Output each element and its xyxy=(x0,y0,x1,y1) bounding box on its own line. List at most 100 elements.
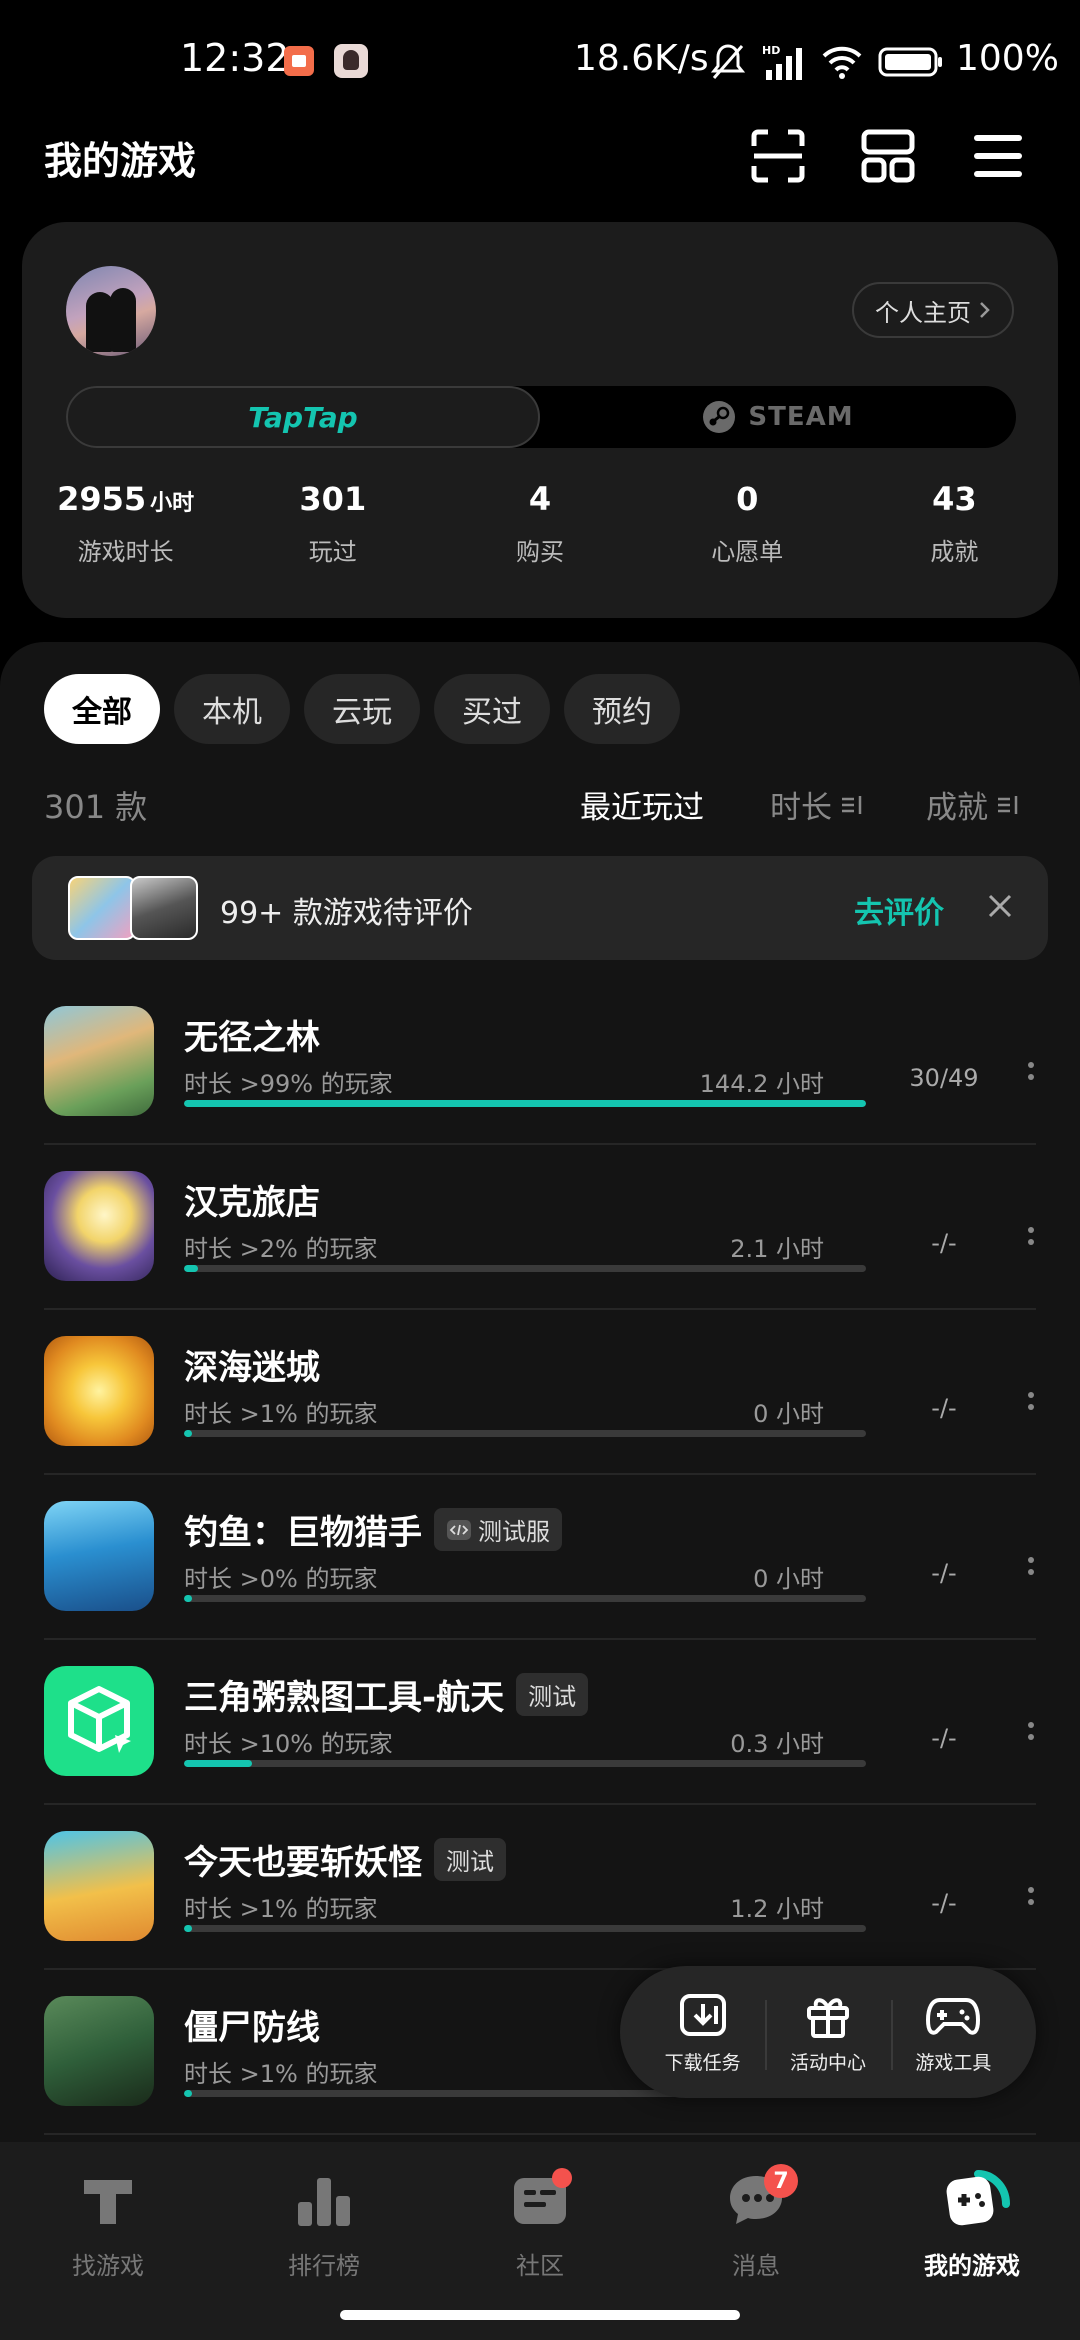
go-review-button[interactable]: 去评价 xyxy=(854,888,944,932)
nav-ranking[interactable]: 排行榜 xyxy=(234,2168,414,2281)
game-row[interactable]: 无径之林 时长 >99% 的玩家 144.2 小时 30/49 xyxy=(44,980,1036,1145)
review-banner[interactable]: 99+ 款游戏待评价 去评价 xyxy=(32,856,1048,960)
game-playtime-rank: 时长 >1% 的玩家 xyxy=(184,1400,378,1428)
nav-label: 消息 xyxy=(732,2252,780,2280)
game-icon xyxy=(44,1006,154,1116)
progress-fill xyxy=(184,1265,198,1272)
test-server-tag: 测试服 xyxy=(434,1508,562,1551)
game-playtime-rank: 时长 >2% 的玩家 xyxy=(184,1235,378,1263)
scan-icon xyxy=(751,129,805,183)
more-options-icon[interactable] xyxy=(1028,1392,1036,1422)
more-options-icon[interactable] xyxy=(1028,1062,1036,1092)
sort-recent[interactable]: 最近玩过 xyxy=(580,782,704,827)
floating-tools-bar: 下载任务 活动中心 游戏工具 xyxy=(620,1966,1036,2098)
sort-duration[interactable]: 时长 xyxy=(770,782,864,827)
scan-button[interactable] xyxy=(746,124,810,188)
personal-homepage-button[interactable]: 个人主页 xyxy=(852,282,1014,338)
game-icon xyxy=(44,1171,154,1281)
nav-my-games[interactable]: 我的游戏 xyxy=(882,2168,1062,2281)
filter-all[interactable]: 全部 xyxy=(44,674,160,744)
message-count-badge: 7 xyxy=(764,2164,798,2198)
filter-local[interactable]: 本机 xyxy=(174,674,290,744)
stat-value: 2955 xyxy=(57,480,147,518)
sort-achievement[interactable]: 成就 xyxy=(926,782,1020,827)
ranking-icon xyxy=(292,2168,356,2232)
platform-steam-tab[interactable]: STEAM xyxy=(540,386,1016,448)
status-icons: HD xyxy=(710,40,944,84)
filter-cloud[interactable]: 云玩 xyxy=(304,674,420,744)
more-options-icon[interactable] xyxy=(1028,1887,1036,1917)
game-name: 今天也要斩妖怪 测试 xyxy=(184,1835,506,1884)
battery-percent: 100% xyxy=(956,38,1059,79)
game-tools-button[interactable]: 游戏工具 xyxy=(890,1990,1016,2075)
status-bar: 12:32 18.6K/s HD 100% xyxy=(0,0,1080,120)
nav-community[interactable]: 社区 xyxy=(450,2168,630,2281)
battery-icon xyxy=(878,47,942,77)
game-title: 僵尸防线 xyxy=(184,2008,320,2048)
my-games-icon xyxy=(940,2168,1010,2232)
game-row[interactable]: 三角粥熟图工具-航天 测试 时长 >10% 的玩家 0.3 小时 -/- xyxy=(44,1640,1036,1805)
game-hours: 144.2 小时 xyxy=(699,1070,824,1098)
game-row[interactable]: 汉克旅店 时长 >2% 的玩家 2.1 小时 -/- xyxy=(44,1145,1036,1310)
svg-text:HD: HD xyxy=(762,44,780,57)
filter-bought[interactable]: 买过 xyxy=(434,674,550,744)
activity-center-button[interactable]: 活动中心 xyxy=(765,1990,890,2075)
nav-find-games[interactable]: 找游戏 xyxy=(18,2168,198,2281)
stat-label: 玩过 xyxy=(308,538,357,566)
stat-achievements[interactable]: 43 成就 xyxy=(851,480,1058,567)
nav-messages[interactable]: 7 消息 xyxy=(666,2164,846,2281)
community-icon xyxy=(508,2168,572,2232)
download-tasks-button[interactable]: 下载任务 xyxy=(640,1990,765,2075)
stat-wishlist[interactable]: 0 心愿单 xyxy=(644,480,851,567)
game-row[interactable]: 深海迷城 时长 >1% 的玩家 0 小时 -/- xyxy=(44,1310,1036,1475)
test-tag: 测试 xyxy=(434,1838,506,1881)
stats-row: 2955 小时 游戏时长 301 玩过 4 购买 0 心愿单 43 成就 xyxy=(22,480,1058,567)
page-title: 我的游戏 xyxy=(44,139,197,183)
filter-chips: 全部 本机 云玩 买过 预约 xyxy=(44,674,680,744)
stat-play-time[interactable]: 2955 小时 游戏时长 xyxy=(22,480,229,567)
layout-button[interactable] xyxy=(856,124,920,188)
sort-icon xyxy=(842,795,862,814)
download-icon xyxy=(679,1993,726,2036)
platform-taptap-tab[interactable]: TapTap xyxy=(66,386,540,448)
notification-avatar-icon xyxy=(334,44,368,78)
sort-achievement-label: 成就 xyxy=(926,790,988,826)
game-row[interactable]: 钓鱼：巨物猎手 测试服 时长 >0% 的玩家 0 小时 -/- xyxy=(44,1475,1036,1640)
progress-fill xyxy=(184,1430,193,1437)
game-thumbnail xyxy=(130,876,198,940)
wifi-icon xyxy=(822,46,862,79)
game-icon xyxy=(44,1336,154,1446)
stat-played[interactable]: 301 玩过 xyxy=(229,480,436,567)
stat-purchased[interactable]: 4 购买 xyxy=(436,480,643,567)
hamburger-menu-icon xyxy=(974,135,1022,177)
personal-homepage-label: 个人主页 xyxy=(875,298,971,327)
home-indicator[interactable] xyxy=(340,2310,740,2320)
menu-button[interactable] xyxy=(966,124,1030,188)
stat-unit: 小时 xyxy=(150,491,195,516)
playtime-progress-bar xyxy=(184,1760,866,1767)
game-playtime-rank: 时长 >10% 的玩家 xyxy=(184,1730,393,1758)
game-playtime-rank: 时长 >0% 的玩家 xyxy=(184,1565,378,1593)
tag-label: 测试服 xyxy=(478,1518,550,1546)
game-achievements: 30/49 xyxy=(909,1064,979,1092)
game-row[interactable]: 今天也要斩妖怪 测试 时长 >1% 的玩家 1.2 小时 -/- xyxy=(44,1805,1036,1970)
filter-reserved[interactable]: 预约 xyxy=(564,674,680,744)
game-icon xyxy=(44,1996,154,2106)
platform-toggle: TapTap STEAM xyxy=(66,386,1016,448)
test-tag: 测试 xyxy=(516,1673,589,1716)
game-playtime-rank: 时长 >99% 的玩家 xyxy=(184,1070,393,1098)
progress-fill xyxy=(184,1595,193,1602)
cube-tool-icon xyxy=(68,1686,131,1753)
more-options-icon[interactable] xyxy=(1028,1227,1036,1257)
pending-review-thumbnails xyxy=(68,876,198,940)
more-options-icon[interactable] xyxy=(1028,1722,1036,1752)
nav-label: 我的游戏 xyxy=(924,2252,1020,2280)
close-icon[interactable] xyxy=(980,886,1020,926)
stat-label: 心愿单 xyxy=(711,538,784,566)
sort-duration-label: 时长 xyxy=(770,790,832,826)
game-icon xyxy=(44,1831,154,1941)
game-name: 僵尸防线 xyxy=(184,2000,320,2049)
more-options-icon[interactable] xyxy=(1028,1557,1036,1587)
mute-bell-icon xyxy=(710,44,746,79)
avatar[interactable] xyxy=(66,266,156,356)
